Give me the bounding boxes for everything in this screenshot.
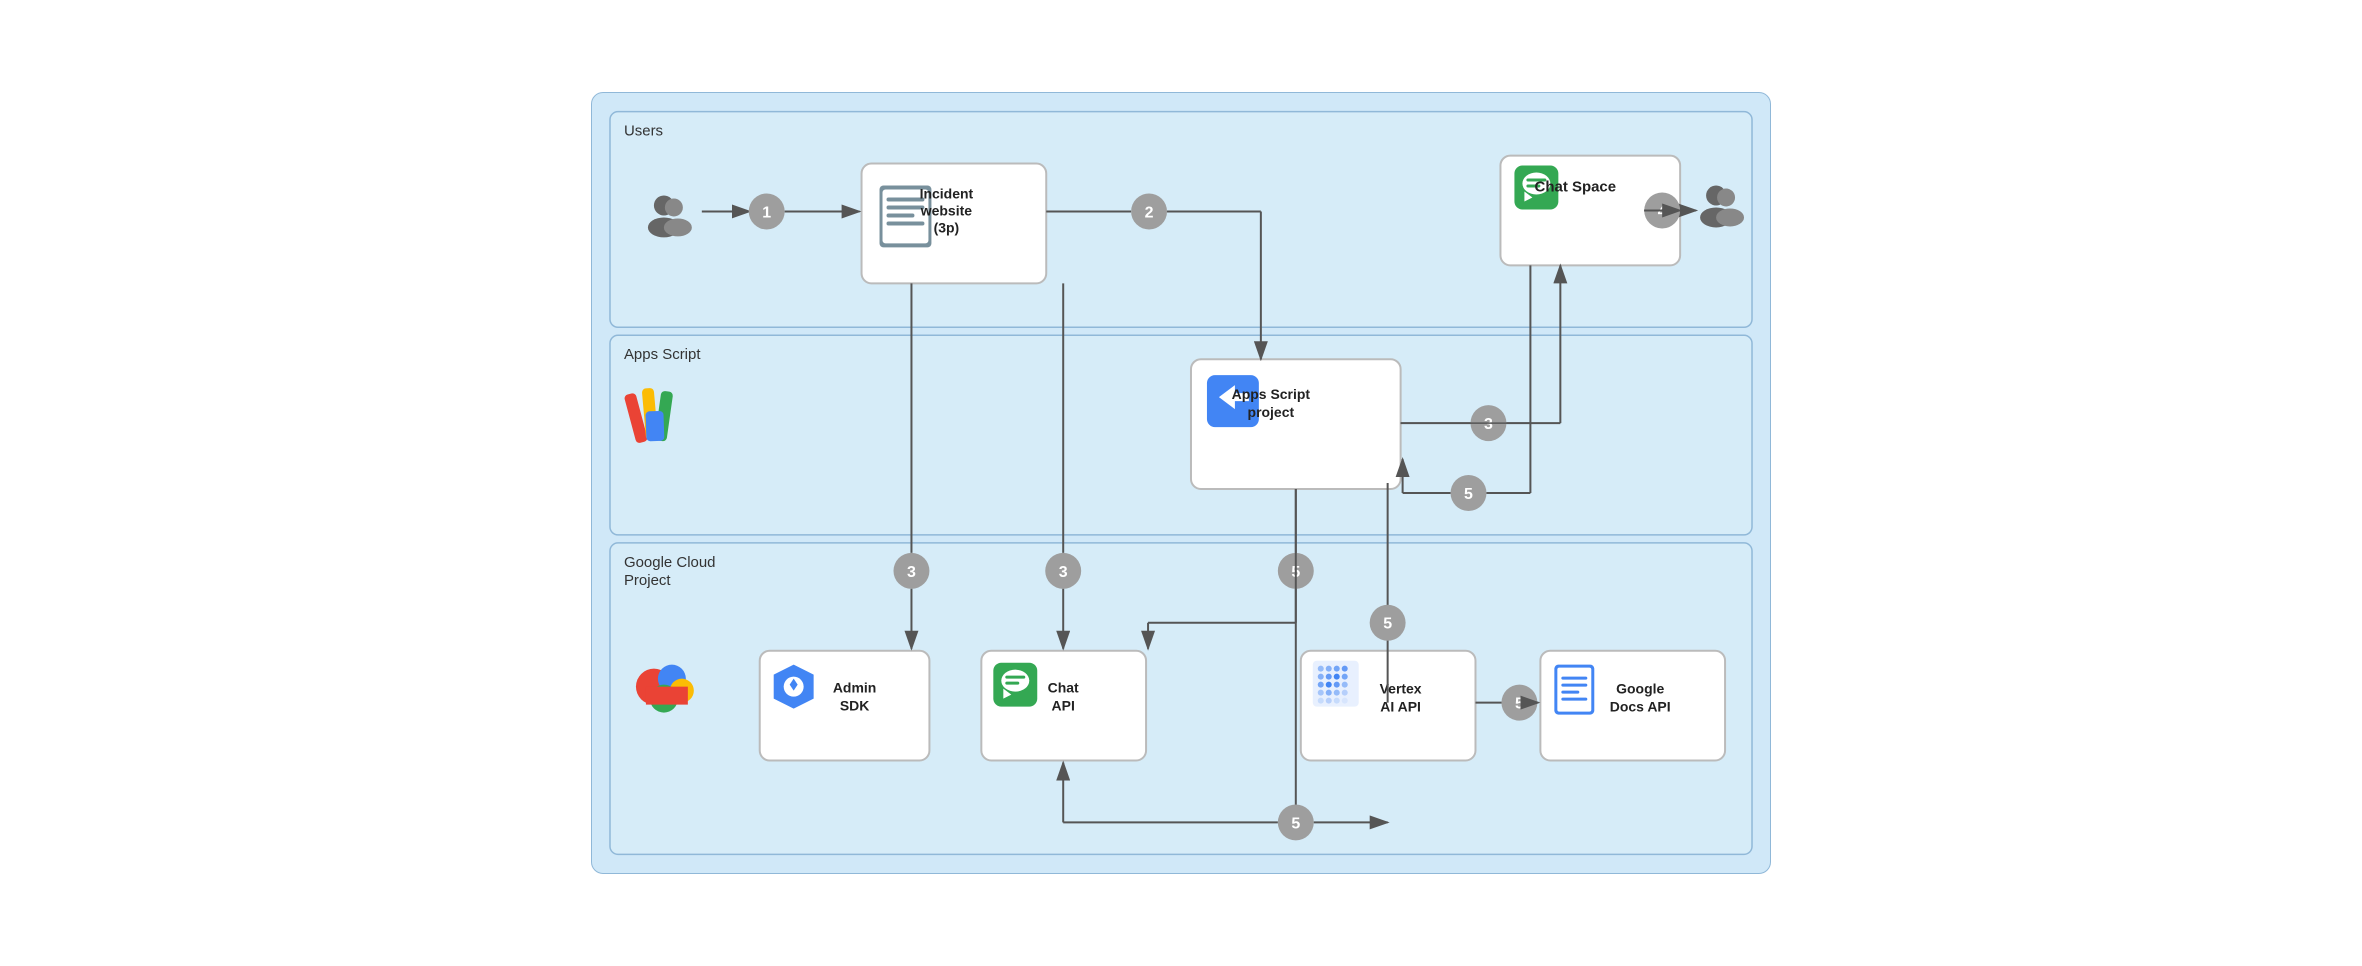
step-5-label-bottom: 5	[1291, 815, 1300, 832]
apps-script-project-label: Apps Script	[1232, 386, 1311, 402]
swimlane-cloud-label: Google Cloud	[624, 554, 716, 571]
incident-website-label: Incident	[920, 185, 974, 201]
step-5-label-vertex2: 5	[1383, 616, 1392, 633]
chat-api-label2: API	[1052, 698, 1075, 714]
step-3-label-right: 3	[1484, 416, 1493, 433]
chat-space-label: Chat Space	[1535, 179, 1617, 196]
step-5-label-vertex: 5	[1515, 696, 1524, 713]
google-docs-api-label2: Docs API	[1610, 699, 1671, 715]
admin-sdk-label: Admin	[833, 680, 876, 696]
chat-api-label: Chat	[1048, 680, 1079, 696]
step-3-label-left: 3	[907, 564, 916, 581]
step-1-label: 1	[762, 204, 771, 221]
architecture-diagram: Users Apps Script Google Cloud Project I…	[602, 103, 1760, 863]
admin-sdk-label2: SDK	[840, 698, 870, 714]
vertex-ai-api-label2: AI API	[1380, 699, 1421, 715]
incident-website-label2: website	[920, 202, 972, 218]
google-docs-api-label: Google	[1616, 681, 1664, 697]
swimlane-users-label: Users	[624, 123, 663, 140]
step-2-label: 2	[1145, 204, 1154, 221]
swimlane-apps-script	[610, 335, 1752, 535]
swimlane-apps-script-label: Apps Script	[624, 346, 701, 363]
incident-website-label3: (3p)	[934, 219, 960, 235]
step-5-label-right: 5	[1464, 486, 1473, 503]
swimlane-cloud-label2: Project	[624, 572, 671, 589]
diagram-wrapper: Users Apps Script Google Cloud Project I…	[591, 92, 1771, 874]
vertex-ai-api-label: Vertex	[1380, 681, 1422, 697]
step-3-label-mid: 3	[1059, 564, 1068, 581]
apps-script-project-label2: project	[1248, 404, 1295, 420]
step-4-label: 4	[1658, 203, 1667, 220]
